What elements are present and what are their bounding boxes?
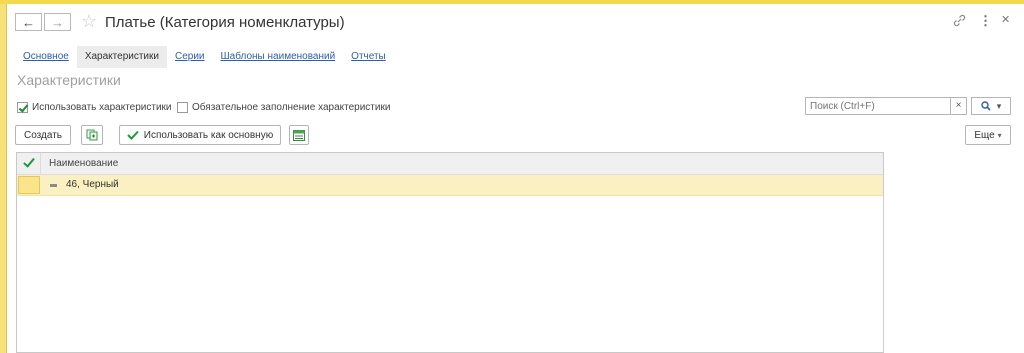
arrow-right-icon: → [51, 14, 64, 30]
forward-button[interactable]: → [44, 13, 71, 31]
form-window: ← → ☆ Платье (Категория номенклатуры) ⋮ … [6, 4, 1024, 353]
use-characteristics-checkbox[interactable] [17, 102, 28, 113]
use-as-main-button[interactable]: Использовать как основную [119, 125, 281, 145]
tab-reports[interactable]: Отчеты [343, 46, 394, 68]
mandatory-fill-checkbox[interactable] [177, 102, 188, 113]
copy-button[interactable] [81, 125, 103, 145]
chevron-down-icon: ▾ [997, 130, 1002, 140]
row-name: 46, Черный [66, 179, 119, 190]
characteristics-table: Наименование 46, Черный [16, 152, 884, 353]
tab-bar: Основное Характеристики Серии Шаблоны на… [15, 46, 394, 68]
tab-main[interactable]: Основное [15, 46, 77, 68]
use-as-main-label: Использовать как основную [143, 129, 274, 141]
checkmark-icon [127, 130, 139, 140]
search-icon [981, 101, 991, 111]
table-header: Наименование [17, 153, 883, 175]
tab-name-templates[interactable]: Шаблоны наименований [213, 46, 344, 68]
use-characteristics-label: Использовать характеристики [32, 102, 172, 113]
tab-series[interactable]: Серии [167, 46, 213, 68]
list-settings-button[interactable] [289, 125, 309, 145]
create-button[interactable]: Создать [15, 125, 71, 145]
page-title: Платье (Категория номенклатуры) [105, 14, 345, 31]
close-icon: × [955, 100, 962, 111]
column-header-name[interactable]: Наименование [49, 158, 118, 169]
search-button[interactable]: ▾ [971, 97, 1011, 115]
arrow-left-icon: ← [22, 14, 35, 30]
chevron-down-icon: ▾ [996, 100, 1002, 111]
more-button-label: Еще [974, 129, 995, 141]
clear-search-button[interactable]: × [951, 97, 967, 115]
row-marker-cell[interactable] [18, 176, 40, 194]
link-icon[interactable] [953, 14, 966, 29]
more-button[interactable]: Еще ▾ [965, 125, 1011, 145]
more-vertical-icon[interactable]: ⋮ [979, 14, 992, 27]
search-input[interactable] [805, 97, 951, 115]
mandatory-fill-label: Обязательное заполнение характеристики [192, 102, 391, 113]
minus-icon [50, 184, 57, 187]
checkmark-icon[interactable] [17, 153, 41, 174]
table-row[interactable]: 46, Черный [17, 175, 883, 196]
copy-icon [86, 129, 98, 141]
table-icon [293, 129, 305, 141]
create-button-label: Создать [23, 129, 62, 141]
close-icon[interactable]: ✕ [1001, 15, 1010, 26]
star-icon[interactable]: ☆ [81, 12, 97, 30]
mandatory-fill-option[interactable]: Обязательное заполнение характеристики [177, 102, 390, 113]
tab-characteristics[interactable]: Характеристики [76, 46, 167, 68]
back-button[interactable]: ← [15, 13, 42, 31]
table-scrollbar-track [883, 175, 885, 352]
section-title: Характеристики [17, 72, 121, 88]
use-characteristics-option[interactable]: Использовать характеристики [17, 102, 172, 113]
